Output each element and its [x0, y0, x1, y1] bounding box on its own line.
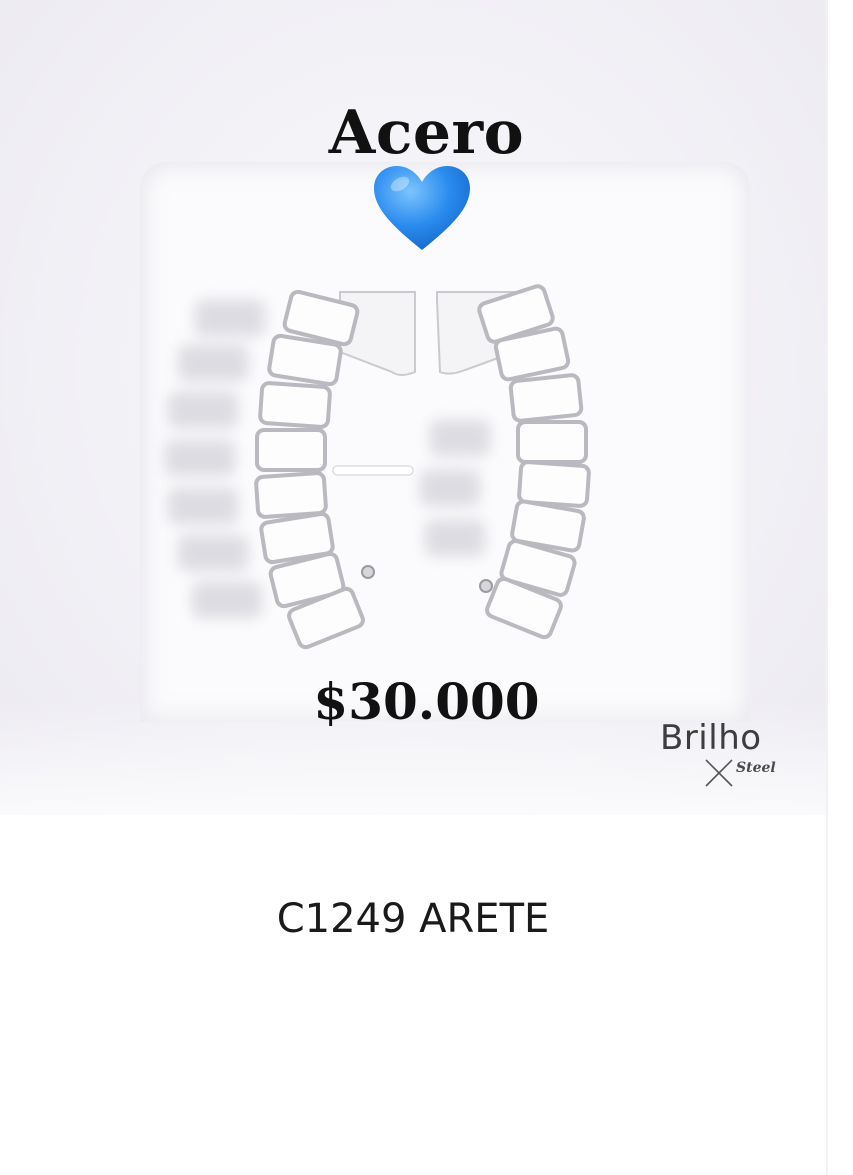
product-title[interactable]: C1249 ARETE — [0, 896, 826, 942]
brand-name: Brilho — [660, 718, 762, 758]
blue-heart-icon — [374, 166, 470, 250]
page-edge — [826, 0, 853, 1175]
brand-logo: Brilho Steel — [660, 718, 785, 790]
product-heading: Acero — [328, 98, 525, 168]
brand-sub: Steel — [736, 760, 776, 776]
product-card[interactable]: Acero $30.000 Brilho Steel C1249 ARETE — [0, 0, 826, 1175]
product-photo[interactable]: Acero $30.000 Brilho Steel — [0, 0, 826, 815]
cross-mark-icon — [705, 759, 733, 787]
